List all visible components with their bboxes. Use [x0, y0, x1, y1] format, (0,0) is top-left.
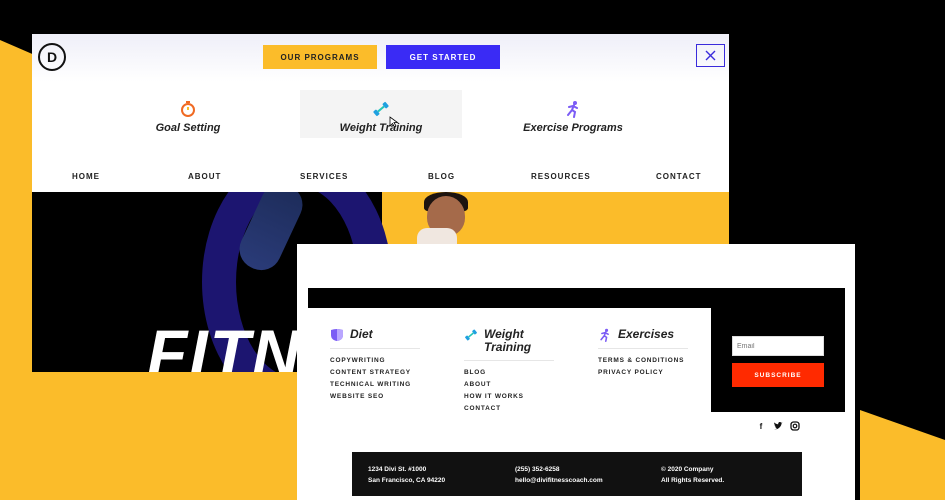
footer-link[interactable]: BLOG: [464, 369, 554, 376]
column-title-line: Training: [484, 340, 532, 354]
footer-link[interactable]: COPYWRITING: [330, 357, 420, 364]
instagram-icon[interactable]: [790, 421, 800, 431]
address-block: 1234 Divi St. #1000 San Francisco, CA 94…: [368, 464, 445, 486]
divider: [598, 348, 688, 349]
dumbbell-icon: [373, 101, 389, 117]
contact-block: (255) 352-6258 hello@divifitnesscoach.co…: [515, 464, 603, 486]
email-input[interactable]: [732, 336, 824, 356]
copyright-block: © 2020 Company All Rights Reserved.: [661, 464, 724, 486]
footer-column-weight-training: Weight Training BLOG ABOUT HOW IT WORKS …: [464, 328, 554, 417]
footer-column-diet: Diet COPYWRITING CONTENT STRATEGY TECHNI…: [330, 328, 420, 405]
footer-link[interactable]: CONTACT: [464, 405, 554, 412]
column-title-line: Weight: [484, 327, 524, 341]
mega-menu-item-weight-training[interactable]: Weight Training: [300, 90, 462, 138]
divi-logo[interactable]: D: [38, 43, 66, 71]
subscribe-button[interactable]: SUBSCRIBE: [732, 363, 824, 387]
top-bar: D OUR PROGRAMS GET STARTED: [32, 34, 729, 82]
facebook-icon[interactable]: f: [756, 421, 766, 431]
divider: [330, 348, 420, 349]
phone-number[interactable]: (255) 352-6258: [515, 464, 603, 475]
address-line: San Francisco, CA 94220: [368, 477, 446, 484]
contact-email[interactable]: hello@divifitnesscoach.com: [515, 475, 603, 486]
footer-link[interactable]: WEBSITE SEO: [330, 393, 420, 400]
nav-home[interactable]: HOME: [72, 172, 100, 181]
footer-link[interactable]: TERMS & CONDITIONS: [598, 357, 688, 364]
nav-contact[interactable]: CONTACT: [656, 172, 702, 181]
our-programs-button[interactable]: OUR PROGRAMS: [263, 45, 377, 69]
mega-menu-label: Weight Training: [339, 122, 423, 134]
nav-services[interactable]: SERVICES: [300, 172, 348, 181]
footer-column-exercises: Exercises TERMS & CONDITIONS PRIVACY POL…: [598, 328, 688, 381]
column-title: Exercises: [618, 327, 675, 341]
nav-about[interactable]: ABOUT: [188, 172, 221, 181]
twitter-icon[interactable]: [773, 421, 783, 431]
footer-link[interactable]: CONTENT STRATEGY: [330, 369, 420, 376]
nav-blog[interactable]: BLOG: [428, 172, 455, 181]
column-title: Weight Training: [484, 328, 531, 354]
main-navigation: HOME ABOUT SERVICES BLOG RESOURCES CONTA…: [32, 164, 729, 192]
close-button[interactable]: [696, 44, 725, 67]
column-title: Diet: [350, 327, 373, 341]
mouse-cursor-icon: [389, 116, 399, 128]
footer-link[interactable]: ABOUT: [464, 381, 554, 388]
rights-text: All Rights Reserved.: [661, 477, 725, 484]
close-icon: [705, 50, 716, 61]
footer-link[interactable]: HOW IT WORKS: [464, 393, 554, 400]
runner-icon: [567, 101, 578, 118]
divider: [464, 360, 554, 361]
mega-menu-item-exercise-programs[interactable]: Exercise Programs: [492, 90, 654, 138]
footer-preview-window: Diet COPYWRITING CONTENT STRATEGY TECHNI…: [297, 244, 855, 500]
mega-menu-label: Exercise Programs: [523, 122, 623, 134]
mega-menu-label: Goal Setting: [155, 122, 221, 134]
stopwatch-icon: [181, 101, 195, 117]
dumbbell-icon: [465, 329, 477, 341]
address-line: 1234 Divi St. #1000: [368, 466, 427, 473]
copyright-text: © 2020 Company: [661, 466, 714, 473]
footer-link[interactable]: PRIVACY POLICY: [598, 369, 688, 376]
get-started-button[interactable]: GET STARTED: [386, 45, 500, 69]
footer-link[interactable]: TECHNICAL WRITING: [330, 381, 420, 388]
shield-icon: [331, 329, 343, 341]
hero-title: FITN: [147, 316, 302, 372]
footer-bottom-bar: 1234 Divi St. #1000 San Francisco, CA 94…: [352, 452, 802, 496]
mega-menu-item-goal-setting[interactable]: Goal Setting: [107, 90, 269, 138]
nav-resources[interactable]: RESOURCES: [531, 172, 591, 181]
runner-icon: [600, 328, 609, 342]
